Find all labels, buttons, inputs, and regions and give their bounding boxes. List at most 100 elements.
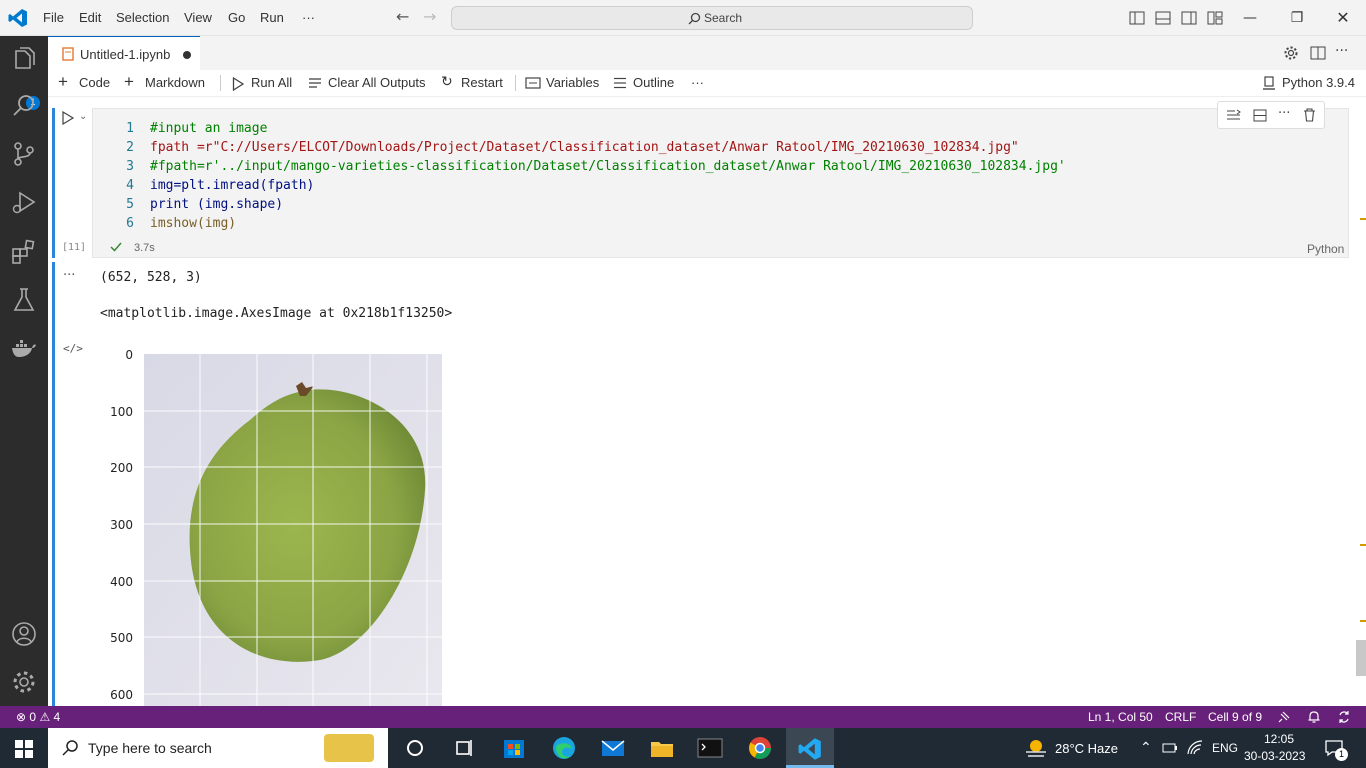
notifications-bell-icon[interactable] — [1307, 710, 1321, 724]
task-view-icon[interactable] — [449, 734, 479, 762]
menu-go[interactable]: Go — [228, 10, 245, 25]
more-actions-icon[interactable]: ··· — [1335, 43, 1348, 59]
tab-label: Untitled-1.ipynb — [80, 47, 171, 62]
docker-icon[interactable] — [10, 334, 38, 362]
scrollbar-marker — [1360, 544, 1366, 546]
input-language[interactable]: ENG — [1212, 741, 1238, 755]
run-all-button[interactable]: Run All — [251, 75, 292, 90]
code-line: print (img.shape) — [150, 197, 284, 212]
clock-date[interactable]: 30-03-2023 — [1244, 749, 1305, 763]
editor-tab-bar: Untitled-1.ipynb ··· — [48, 36, 1366, 70]
ytick-label: 200 — [110, 461, 133, 475]
toggle-secondary-sidebar-icon[interactable] — [1181, 10, 1197, 26]
explorer-icon[interactable] — [10, 46, 38, 74]
cell-position[interactable]: Cell 9 of 9 — [1208, 710, 1262, 724]
forward-arrow-icon[interactable]: → — [423, 7, 436, 26]
restore-button[interactable]: ❐ — [1287, 8, 1307, 28]
code-line: fpath =r"C://Users/ELCOT/Downloads/Proje… — [150, 140, 1019, 155]
unsaved-dot-icon[interactable] — [183, 51, 191, 59]
line-number: 5 — [126, 197, 134, 212]
matplotlib-figure: 0 100 200 300 400 500 600 — [100, 340, 460, 706]
customize-layout-icon[interactable] — [1207, 10, 1223, 26]
cell-more-icon[interactable]: ··· — [1278, 106, 1290, 121]
chrome-icon[interactable] — [745, 734, 775, 762]
weather-haze-icon[interactable] — [1024, 737, 1048, 759]
line-number: 6 — [126, 216, 134, 231]
code-line: #input an image — [150, 121, 268, 136]
back-arrow-icon[interactable]: ← — [396, 7, 409, 26]
split-cell-icon[interactable] — [1253, 109, 1267, 122]
run-all-icon — [232, 77, 244, 91]
feedback-icon[interactable] — [1277, 710, 1291, 724]
testing-flask-icon[interactable] — [10, 286, 38, 314]
outline-button[interactable]: Outline — [633, 75, 674, 90]
file-explorer-icon[interactable] — [647, 734, 677, 762]
code-line: img=plt.imread(fpath) — [150, 178, 315, 193]
menu-run[interactable]: Run — [260, 10, 284, 25]
variables-button[interactable]: Variables — [546, 75, 599, 90]
windows-start-icon[interactable] — [15, 740, 33, 758]
show-hidden-icons-icon[interactable]: ⌃ — [1140, 739, 1152, 756]
minimize-button[interactable]: — — [1240, 8, 1260, 28]
command-center-search[interactable]: Search — [451, 6, 973, 30]
vscode-taskbar-active[interactable] — [786, 728, 834, 768]
delete-cell-icon[interactable] — [1303, 108, 1316, 122]
source-control-icon[interactable] — [10, 140, 38, 168]
clear-all-outputs-button[interactable]: Clear All Outputs — [328, 75, 426, 90]
close-button[interactable]: ✕ — [1333, 8, 1353, 28]
windows-taskbar: Type here to search 28°C Haze ⌃ ENG 12:0… — [0, 728, 1366, 768]
wifi-icon[interactable] — [1187, 740, 1203, 756]
end-of-line[interactable]: CRLF — [1165, 710, 1196, 724]
editor-scrollbar-thumb[interactable] — [1356, 640, 1366, 676]
cell-focus-indicator — [52, 108, 55, 258]
microsoft-store-icon[interactable] — [499, 734, 529, 762]
run-debug-icon[interactable] — [10, 188, 38, 216]
edge-browser-icon[interactable] — [549, 734, 579, 762]
kernel-picker[interactable]: Python 3.9.4 — [1282, 75, 1355, 90]
weather-text[interactable]: 28°C Haze — [1055, 741, 1118, 756]
menu-edit[interactable]: Edit — [79, 10, 101, 25]
menu-file[interactable]: File — [43, 10, 64, 25]
ytick-label: 300 — [110, 518, 133, 532]
search-icon[interactable] — [10, 92, 38, 120]
cortana-icon[interactable] — [400, 734, 430, 762]
errors-indicator[interactable]: ⊗ 0 ⚠ 4 — [16, 710, 60, 724]
taskbar-search-box[interactable]: Type here to search — [48, 728, 388, 768]
cell-language-label[interactable]: Python — [1307, 242, 1344, 256]
title-bar: File Edit Selection View Go Run ··· ← → … — [0, 0, 1366, 36]
warning-icon: ⚠ — [39, 710, 51, 724]
toggle-primary-sidebar-icon[interactable] — [1129, 10, 1145, 26]
cursor-position[interactable]: Ln 1, Col 50 — [1088, 710, 1153, 724]
search-icon — [688, 12, 701, 25]
add-code-button[interactable]: Code — [79, 75, 110, 90]
manage-gear-icon[interactable] — [10, 668, 38, 696]
menu-selection[interactable]: Selection — [116, 10, 169, 25]
terminal-icon[interactable] — [695, 734, 725, 762]
ytick-label: 400 — [110, 575, 133, 589]
toolbar-more-button[interactable]: ··· — [691, 75, 704, 90]
battery-plug-icon[interactable] — [1162, 741, 1178, 755]
ytick-label: 600 — [110, 688, 133, 702]
add-markdown-icon: + — [124, 72, 134, 91]
accounts-icon[interactable] — [10, 620, 38, 648]
add-markdown-button[interactable]: Markdown — [145, 75, 205, 90]
restart-button[interactable]: Restart — [461, 75, 503, 90]
run-cell-icon[interactable] — [61, 111, 75, 125]
run-options-chevron-icon[interactable]: ⌄ — [79, 111, 87, 122]
clock-time[interactable]: 12:05 — [1249, 732, 1309, 746]
tab-untitled-notebook[interactable]: Untitled-1.ipynb — [48, 36, 200, 70]
notebook-toolbar: + Code + Markdown Run All Clear All Outp… — [48, 70, 1366, 97]
line-number: 2 — [126, 140, 134, 155]
code-line: #fpath=r'../input/mango-varieties-classi… — [150, 159, 1066, 174]
execute-above-icon[interactable] — [1226, 109, 1241, 122]
toggle-panel-icon[interactable] — [1155, 10, 1171, 26]
menu-view[interactable]: View — [184, 10, 212, 25]
settings-gear-icon[interactable] — [1283, 45, 1299, 61]
menu-more[interactable]: ··· — [302, 10, 315, 25]
mail-icon[interactable] — [598, 734, 628, 762]
output-mime-icon[interactable]: </> — [63, 342, 83, 355]
sync-icon[interactable] — [1337, 710, 1351, 724]
output-more-button[interactable]: ··· — [63, 268, 75, 283]
split-editor-icon[interactable] — [1310, 45, 1326, 61]
extensions-icon[interactable] — [10, 238, 38, 266]
